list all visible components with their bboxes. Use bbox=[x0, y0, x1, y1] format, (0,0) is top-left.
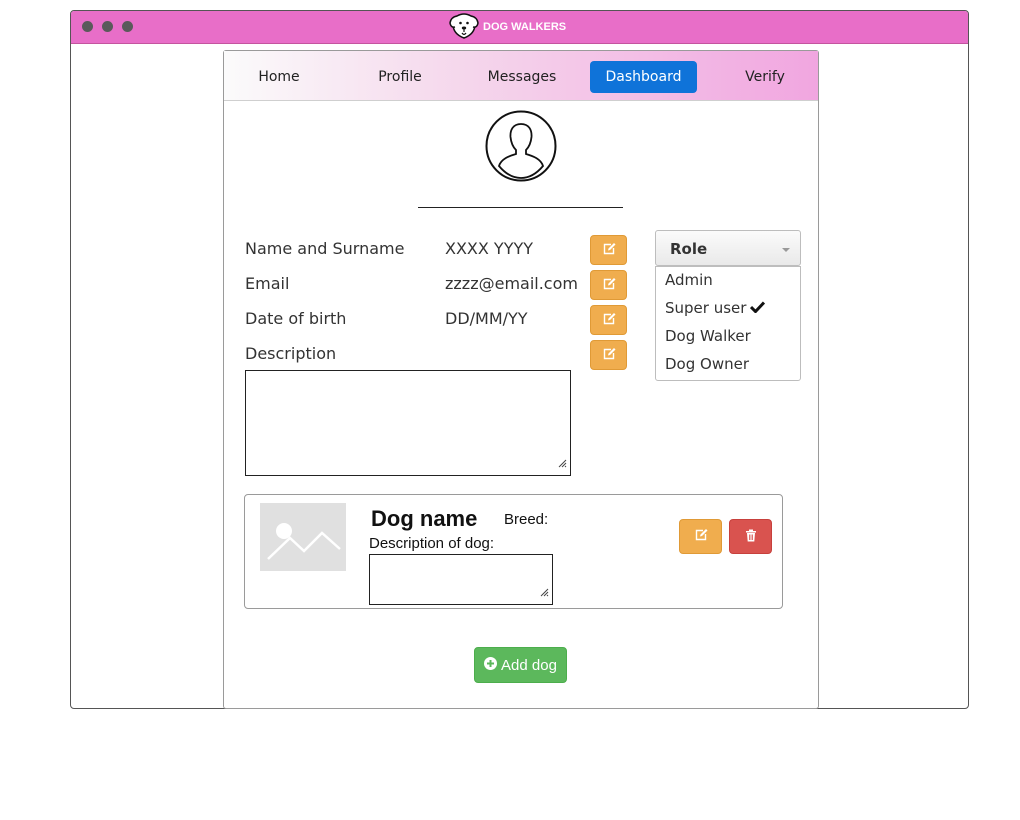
dob-label: Date of birth bbox=[245, 309, 347, 328]
resize-handle-icon[interactable] bbox=[540, 582, 549, 601]
role-option-admin[interactable]: Admin bbox=[665, 271, 713, 289]
dog-card: Dog name Breed: Description of dog: bbox=[244, 494, 783, 609]
edit-icon bbox=[602, 241, 616, 260]
dob-value: DD/MM/YY bbox=[445, 309, 528, 328]
dog-breed-label: Breed: bbox=[504, 511, 549, 528]
user-avatar-icon bbox=[485, 110, 557, 186]
plus-circle-icon bbox=[484, 656, 501, 674]
tab-profile[interactable]: Profile bbox=[355, 61, 445, 93]
edit-icon bbox=[694, 527, 708, 546]
title-bar: DOG WALKERS bbox=[71, 11, 968, 44]
email-value: zzzz@email.com bbox=[445, 274, 578, 293]
description-textarea[interactable] bbox=[245, 370, 571, 476]
image-placeholder-icon bbox=[260, 503, 346, 575]
role-option-label: Admin bbox=[665, 271, 713, 289]
dog-name: Dog name bbox=[371, 506, 478, 531]
app-title: DOG WALKERS bbox=[448, 12, 567, 43]
delete-dog-button[interactable] bbox=[729, 519, 772, 554]
tab-messages[interactable]: Messages bbox=[477, 61, 567, 93]
role-option-label: Dog Walker bbox=[665, 327, 751, 345]
role-select-label: Role bbox=[670, 240, 708, 258]
window-close-dot[interactable] bbox=[82, 21, 93, 32]
window-minimize-dot[interactable] bbox=[102, 21, 113, 32]
role-select[interactable]: Role bbox=[655, 230, 801, 266]
name-value: XXXX YYYY bbox=[445, 239, 534, 258]
add-dog-label: Add dog bbox=[501, 656, 557, 674]
email-label: Email bbox=[245, 274, 290, 293]
description-label: Description bbox=[245, 344, 337, 363]
edit-dog-button[interactable] bbox=[679, 519, 722, 554]
window-maximize-dot[interactable] bbox=[122, 21, 133, 32]
chevron-down-icon bbox=[782, 248, 790, 252]
role-option-super-user[interactable]: Super user bbox=[665, 299, 766, 317]
checkmark-icon bbox=[746, 299, 766, 317]
role-option-dog-walker[interactable]: Dog Walker bbox=[665, 327, 751, 345]
dog-description-textarea[interactable] bbox=[369, 554, 553, 605]
avatar-divider bbox=[418, 207, 623, 208]
edit-dob-button[interactable] bbox=[590, 305, 627, 335]
edit-name-button[interactable] bbox=[590, 235, 627, 265]
add-dog-button[interactable]: Add dog bbox=[474, 647, 567, 683]
edit-icon bbox=[602, 276, 616, 295]
edit-email-button[interactable] bbox=[590, 270, 627, 300]
name-label: Name and Surname bbox=[245, 239, 405, 258]
role-option-label: Dog Owner bbox=[665, 355, 749, 373]
role-menu: Admin Super user Dog Walker Dog Owner bbox=[655, 266, 801, 381]
resize-handle-icon[interactable] bbox=[558, 453, 567, 472]
edit-description-button[interactable] bbox=[590, 340, 627, 370]
edit-icon bbox=[602, 346, 616, 365]
dog-description-label: Description of dog: bbox=[369, 535, 495, 552]
role-option-dog-owner[interactable]: Dog Owner bbox=[665, 355, 749, 373]
tab-verify[interactable]: Verify bbox=[720, 61, 810, 93]
nav-bar: Home Profile Messages Dashboard Verify bbox=[224, 51, 818, 101]
app-title-text: DOG WALKERS bbox=[483, 21, 567, 33]
dashboard-panel: Home Profile Messages Dashboard Verify N… bbox=[223, 50, 819, 709]
dog-face-icon bbox=[448, 12, 483, 43]
tab-dashboard[interactable]: Dashboard bbox=[590, 61, 697, 93]
role-option-label: Super user bbox=[665, 299, 747, 317]
trash-icon bbox=[745, 527, 757, 546]
tab-home[interactable]: Home bbox=[234, 61, 324, 93]
edit-icon bbox=[602, 311, 616, 330]
